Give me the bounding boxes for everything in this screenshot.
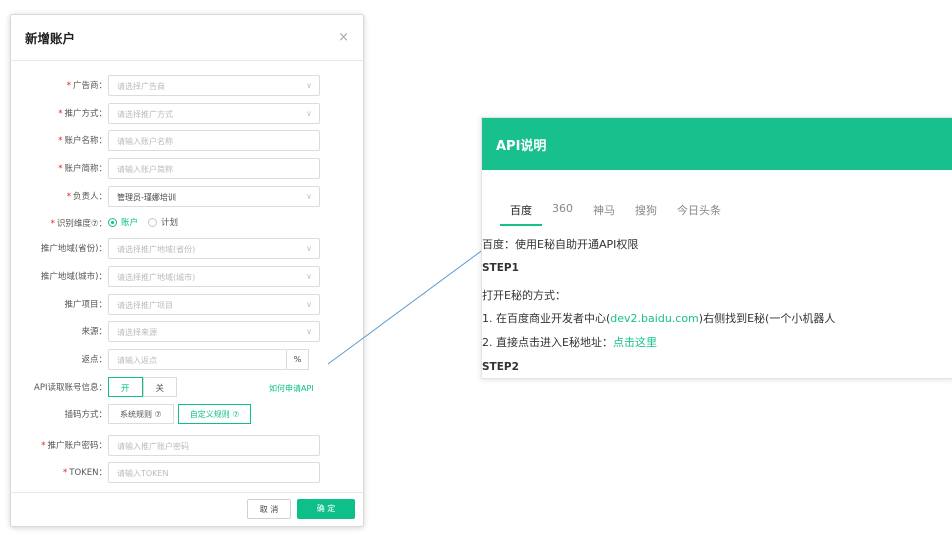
api-panel-title: API说明 bbox=[496, 138, 547, 154]
custom-rule-button[interactable]: 自定义规则 ⑦ bbox=[177, 404, 252, 424]
percent-unit: % bbox=[287, 349, 309, 370]
form-row-account-short: * 账户简称： 请输入账户简称 bbox=[11, 158, 363, 180]
cancel-button[interactable]: 取 消 bbox=[247, 499, 291, 519]
api-step2-heading: STEP2 bbox=[482, 361, 519, 373]
form-row-owner: * 负责人： 管理员-瑾娜培训 ∨ bbox=[11, 186, 363, 208]
province-select[interactable]: 请选择推广地域(省份) ∨ bbox=[108, 238, 320, 259]
form-row-password: * 推广账户密码： 请输入推广账户密码 bbox=[11, 435, 363, 457]
tab-baidu[interactable]: 百度 bbox=[500, 202, 542, 226]
modal-footer: 取 消 确 定 bbox=[11, 492, 363, 526]
chevron-down-icon: ∨ bbox=[306, 109, 312, 118]
chevron-down-icon: ∨ bbox=[306, 192, 312, 201]
field-label: 推广项目： bbox=[64, 300, 107, 310]
form-row-api-read: API读取账号信息： 开 关 如何申请API bbox=[11, 377, 363, 399]
form-row-source: 来源： 请选择来源 ∨ bbox=[11, 321, 363, 343]
field-label: 来源： bbox=[81, 327, 107, 337]
form-row-dimension: * 识别维度⑦： 账户 计划 bbox=[11, 213, 363, 235]
required-mark: * bbox=[58, 164, 63, 174]
tracking-button-group: 系统规则 ⑦ 自定义规则 ⑦ bbox=[108, 404, 252, 424]
city-select[interactable]: 请选择推广地域(城市) ∨ bbox=[108, 266, 320, 287]
dev2-baidu-link[interactable]: dev2.baidu.com bbox=[610, 312, 698, 325]
field-label: 推广地域(城市)： bbox=[40, 272, 107, 282]
field-label: * 广告商： bbox=[66, 81, 107, 91]
required-mark: * bbox=[66, 81, 71, 91]
chevron-down-icon: ∨ bbox=[306, 272, 312, 281]
field-label: API读取账号信息： bbox=[34, 383, 107, 393]
chevron-down-icon: ∨ bbox=[306, 81, 312, 90]
owner-select[interactable]: 管理员-瑾娜培训 ∨ bbox=[108, 186, 320, 207]
form-row-tracking: 插码方式： 系统规则 ⑦ 自定义规则 ⑦ bbox=[11, 404, 363, 426]
field-label: * 推广方式： bbox=[58, 109, 107, 119]
required-mark: * bbox=[41, 441, 46, 451]
field-label: * TOKEN： bbox=[63, 468, 107, 478]
confirm-button[interactable]: 确 定 bbox=[297, 499, 355, 519]
api-item2: 2. 直接点击进入E秘地址：点击这里 bbox=[482, 336, 657, 349]
radio-checked-icon bbox=[108, 217, 117, 227]
form-row-province: 推广地域(省份)： 请选择推广地域(省份) ∨ bbox=[11, 238, 363, 260]
api-step1-heading: STEP1 bbox=[482, 262, 519, 274]
api-panel-header: API说明 bbox=[482, 118, 952, 170]
form-row-advertiser: * 广告商： 请选择广告商 ∨ bbox=[11, 75, 363, 97]
field-label: * 推广账户密码： bbox=[41, 441, 107, 451]
form-row-rebate: 返点： 请输入返点 % bbox=[11, 349, 363, 371]
tab-sogou[interactable]: 搜狗 bbox=[625, 202, 667, 226]
field-label: * 负责人： bbox=[66, 192, 107, 202]
dimension-radio-group: 账户 计划 bbox=[108, 216, 178, 228]
field-label: 推广地域(省份)： bbox=[40, 244, 107, 254]
project-select[interactable]: 请选择推广项目 ∨ bbox=[108, 294, 320, 315]
form-row-city: 推广地域(城市)： 请选择推广地域(城市) ∨ bbox=[11, 266, 363, 288]
field-label: * 识别维度⑦： bbox=[50, 219, 107, 229]
modal-title: 新增账户 bbox=[25, 31, 76, 46]
promo-method-select[interactable]: 请选择推广方式 ∨ bbox=[108, 103, 320, 124]
required-mark: * bbox=[63, 468, 68, 478]
tab-shenma[interactable]: 神马 bbox=[583, 202, 625, 226]
api-intro-text: 百度：使用E秘自助开通API权限 bbox=[482, 238, 639, 251]
chevron-down-icon: ∨ bbox=[306, 327, 312, 336]
api-description-panel: API说明 百度 360 神马 搜狗 今日头条 百度：使用E秘自助开通API权限… bbox=[481, 117, 952, 379]
form-row-token: * TOKEN： 请输入TOKEN bbox=[11, 462, 363, 484]
rebate-input[interactable]: 请输入返点 bbox=[108, 349, 287, 370]
api-open-way-text: 打开E秘的方式： bbox=[482, 289, 566, 302]
api-item1: 1. 在百度商业开发者中心(dev2.baidu.com)右侧找到E秘(一个小机… bbox=[482, 312, 836, 325]
close-icon[interactable]: × bbox=[338, 30, 349, 45]
form-row-promo-method: * 推广方式： 请选择推广方式 ∨ bbox=[11, 103, 363, 125]
click-here-link[interactable]: 点击这里 bbox=[613, 336, 657, 349]
api-off-button[interactable]: 关 bbox=[142, 377, 178, 397]
field-label: * 账户简称： bbox=[58, 164, 107, 174]
required-mark: * bbox=[58, 136, 63, 146]
advertiser-select[interactable]: 请选择广告商 ∨ bbox=[108, 75, 320, 96]
how-to-apply-api-link[interactable]: 如何申请API bbox=[269, 383, 314, 394]
form-row-project: 推广项目： 请选择推广项目 ∨ bbox=[11, 294, 363, 316]
token-input[interactable]: 请输入TOKEN bbox=[108, 462, 320, 483]
api-on-button[interactable]: 开 bbox=[108, 377, 143, 397]
account-name-input[interactable]: 请输入账户名称 bbox=[108, 130, 320, 151]
chevron-down-icon: ∨ bbox=[306, 300, 312, 309]
form-row-account-name: * 账户名称： 请输入账户名称 bbox=[11, 130, 363, 152]
radio-unchecked-icon bbox=[148, 217, 158, 227]
system-rule-button[interactable]: 系统规则 ⑦ bbox=[108, 404, 174, 424]
radio-plan[interactable]: 计划 bbox=[148, 216, 178, 228]
field-label: * 账户名称： bbox=[58, 136, 107, 146]
tab-toutiao[interactable]: 今日头条 bbox=[667, 202, 731, 226]
field-label: 返点： bbox=[81, 355, 107, 365]
api-toggle-group: 开 关 bbox=[108, 377, 178, 397]
source-select[interactable]: 请选择来源 ∨ bbox=[108, 321, 320, 342]
modal-header: 新增账户 × bbox=[11, 15, 363, 61]
chevron-down-icon: ∨ bbox=[306, 244, 312, 253]
account-short-input[interactable]: 请输入账户简称 bbox=[108, 158, 320, 179]
api-tabs: 百度 360 神马 搜狗 今日头条 bbox=[500, 202, 731, 226]
required-mark: * bbox=[66, 192, 71, 202]
required-mark: * bbox=[50, 219, 55, 229]
add-account-modal: 新增账户 × * 广告商： 请选择广告商 ∨ * 推广方式： 请选择推广方式 ∨ * 账户… bbox=[10, 14, 364, 527]
tab-360[interactable]: 360 bbox=[542, 202, 583, 226]
radio-account[interactable]: 账户 bbox=[108, 216, 138, 228]
required-mark: * bbox=[58, 109, 63, 119]
password-input[interactable]: 请输入推广账户密码 bbox=[108, 435, 320, 456]
field-label: 插码方式： bbox=[64, 410, 107, 420]
